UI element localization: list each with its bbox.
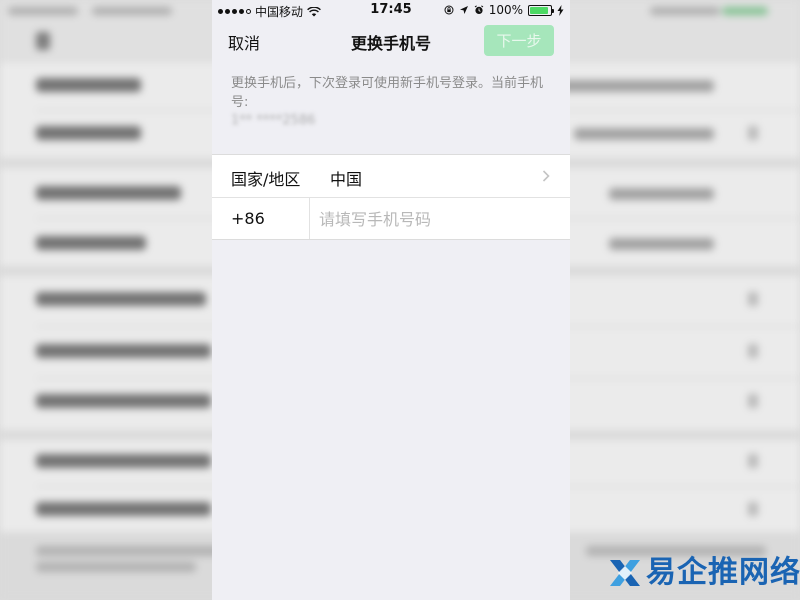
next-step-button[interactable]: 下一步 [484, 25, 554, 56]
location-icon [459, 6, 468, 14]
battery-cap [552, 8, 554, 13]
lock-rotation-icon [444, 5, 454, 15]
phone-form: 国家/地区 中国 +86 [212, 154, 570, 240]
phone-number-input[interactable] [319, 204, 554, 234]
battery-percent: 100% [488, 3, 523, 17]
phone-number-row: +86 [212, 197, 570, 239]
country-region-row[interactable]: 国家/地区 中国 [212, 155, 570, 197]
watermark-text: 易企推网络 [646, 555, 800, 590]
status-bar-right: 100% [444, 3, 564, 17]
status-bar: 中国移动 17:45 100% [212, 0, 570, 20]
dial-code: +86 [231, 209, 265, 228]
charging-bolt-icon [557, 4, 564, 16]
change-phone-modal: 中国移动 17:45 100% 取消 更换手机号 下一步 更换手机后，下次登录可… [212, 0, 570, 600]
watermark: 易企推网络 [606, 552, 800, 596]
country-region-label: 国家/地区 [231, 170, 301, 189]
country-region-value: 中国 [330, 170, 363, 189]
battery-fill [530, 6, 548, 14]
change-phone-notice: 更换手机后，下次登录可使用新手机号登录。当前手机号: [231, 76, 544, 110]
current-phone-number: 1** ****2586 [231, 113, 316, 128]
battery-icon [528, 4, 554, 16]
alarm-icon [474, 5, 483, 14]
dial-code-cell: +86 [212, 198, 310, 239]
nav-bar: 取消 更换手机号 下一步 [212, 20, 570, 62]
cancel-button[interactable]: 取消 [228, 30, 260, 54]
watermark-logo-icon [610, 560, 640, 586]
chevron-right-icon [542, 170, 550, 182]
